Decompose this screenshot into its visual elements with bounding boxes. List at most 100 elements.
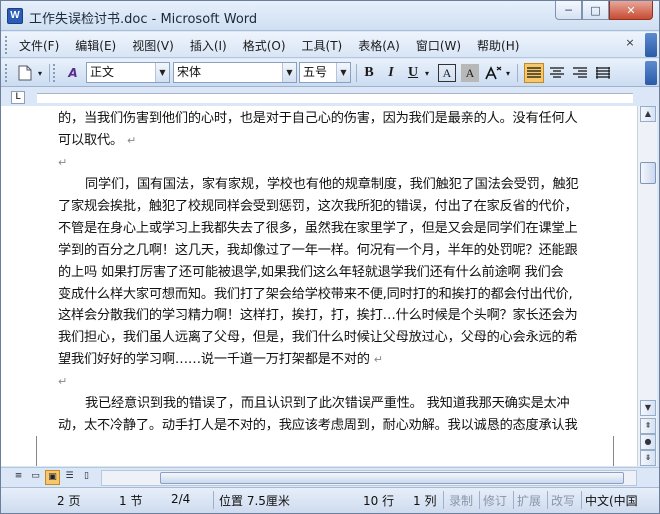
status-bar: 2 页 1 节 2/4 位置 7.5厘米 10 行 1 列 录制 修订 扩展 改… <box>1 487 659 513</box>
paragraph-3[interactable]: 我已经意识到我的错误了，而且认识到了此次错误严重性。 我知道我那天确实是太冲 动… <box>58 393 616 437</box>
paragraph-1[interactable]: 的，当我们伤害到他们的心时，也是对于自己心的伤害，因为我们是最亲的人。没有任何人… <box>58 108 616 152</box>
bold-button[interactable]: B <box>359 63 379 83</box>
new-document-icon[interactable] <box>15 63 35 83</box>
paragraph-2[interactable]: 同学们，国有国法，家有家规，学校也有他的规章制度，我们触犯了国法会受罚，触犯 了… <box>58 174 616 371</box>
document-page[interactable]: 的，当我们伤害到他们的心时，也是对于自己心的伤害，因为我们是最亲的人。没有任何人… <box>36 106 629 466</box>
vertical-scroll-thumb[interactable] <box>640 162 656 184</box>
italic-button[interactable]: I <box>381 63 401 83</box>
word-app-icon[interactable]: W <box>7 8 23 24</box>
close-button[interactable]: ✕ <box>609 1 653 20</box>
status-extend[interactable]: 扩展 <box>517 492 541 509</box>
text-line: 同学们，国有国法，家有家规，学校也有他的规章制度，我们触犯了国法会受罚，触犯 <box>85 177 579 192</box>
chevron-down-icon[interactable]: ▼ <box>336 63 350 82</box>
next-page-icon[interactable]: ⇟ <box>640 450 656 466</box>
status-column: 1 列 <box>413 494 437 508</box>
status-overtype[interactable]: 改写 <box>551 492 575 509</box>
toolbar-separator <box>517 64 518 82</box>
page-margin-mark <box>33 436 37 466</box>
menu-insert[interactable]: 插入(I) <box>190 37 227 54</box>
text-line: 望我们好好的学习啊……说一千道一万打架都是不对的 ↵ <box>58 349 616 371</box>
distributed-align-button[interactable] <box>593 63 613 83</box>
align-right-button[interactable] <box>570 63 590 83</box>
status-divider <box>479 491 480 509</box>
styles-formatting-icon[interactable]: A <box>63 63 83 83</box>
menu-bar: 文件(F) 编辑(E) 视图(V) 插入(I) 格式(O) 工具(T) 表格(A… <box>1 32 659 58</box>
select-browse-object-icon[interactable]: ● <box>640 434 656 450</box>
text-line: 我们担心，我们虽人远离了父母，但是，我们什么时候让父母放过心，父母的心会永远的希 <box>58 330 578 346</box>
window-title: 工作失误检讨书.doc - Microsoft Word <box>29 12 258 27</box>
menu-table[interactable]: 表格(A) <box>358 37 400 54</box>
align-center-button[interactable] <box>547 63 567 83</box>
align-justify-button[interactable] <box>524 63 544 83</box>
menu-window[interactable]: 窗口(W) <box>416 37 461 54</box>
status-page: 2 页 <box>57 494 81 508</box>
paragraph-empty[interactable]: ↵ <box>58 371 616 393</box>
close-document-icon[interactable]: × <box>623 36 637 50</box>
normal-view-icon[interactable]: ≡ <box>11 470 26 485</box>
character-border-button[interactable]: A <box>438 64 456 82</box>
paragraph-mark-icon: ↵ <box>58 375 68 388</box>
new-dropdown-icon[interactable]: ▾ <box>35 63 45 83</box>
toolbar-grip-icon[interactable] <box>5 64 9 82</box>
text-line: 学到的百分之几啊！这几天，我却像过了一年一样。何况有一个月，半年的处罚呢？还能跟 <box>58 242 578 258</box>
underline-dropdown-icon[interactable]: ▾ <box>422 63 432 83</box>
status-position: 位置 7.5厘米 <box>219 494 290 508</box>
toolbar-overflow-icon[interactable] <box>645 61 657 85</box>
status-divider <box>443 491 444 509</box>
formatting-toolbar: ▾ A 正文 ▼ 宋体 ▼ 五号 ▼ B I U ▾ A A ▾ <box>1 59 659 87</box>
menubar-grip-icon[interactable] <box>5 36 9 54</box>
underline-button[interactable]: U <box>403 63 423 83</box>
menu-help[interactable]: 帮助(H) <box>477 37 519 54</box>
view-bar: ≡ ▭ ▣ ☰ ▯ <box>1 467 659 487</box>
page-margin-mark <box>613 436 617 466</box>
print-layout-view-icon[interactable]: ▣ <box>45 470 60 485</box>
reading-layout-view-icon[interactable]: ▯ <box>79 470 94 485</box>
font-select[interactable]: 宋体 ▼ <box>173 62 297 83</box>
menu-format[interactable]: 格式(O) <box>243 37 286 54</box>
paragraph-mark-icon: ↵ <box>126 133 136 147</box>
previous-page-icon[interactable]: ⇞ <box>640 418 656 434</box>
horizontal-ruler[interactable] <box>37 93 633 103</box>
font-size-select[interactable]: 五号 ▼ <box>299 62 351 83</box>
document-area[interactable]: 的，当我们伤害到他们的心时，也是对于自己心的伤害，因为我们是最亲的人。没有任何人… <box>1 106 637 466</box>
toolbar-grip-icon[interactable] <box>53 64 57 82</box>
maximize-button[interactable]: □ <box>582 1 609 20</box>
font-size-value: 五号 <box>303 65 328 79</box>
minimize-button[interactable]: ─ <box>555 1 582 20</box>
text-line: 我已经意识到我的错误了，而且认识到了此次错误严重性。 我知道我那天确实是太冲 <box>85 396 570 411</box>
menu-file[interactable]: 文件(F) <box>19 37 59 54</box>
status-record[interactable]: 录制 <box>449 492 473 509</box>
chevron-down-icon[interactable]: ▼ <box>155 63 169 82</box>
menubar-overflow-icon[interactable] <box>645 33 657 57</box>
chevron-down-icon[interactable]: ▼ <box>282 63 296 82</box>
title-bar: W 工作失误检讨书.doc - Microsoft Word ─ □ ✕ <box>1 1 659 31</box>
status-language: 中文(中国 <box>585 494 638 508</box>
text-line: 的上吗 如果打厉害了还可能被退学,如果我们这么年轻就退学我们还有什么前途啊 我们… <box>58 264 564 280</box>
status-track-changes[interactable]: 修订 <box>483 492 507 509</box>
paragraph-empty[interactable]: ↵ <box>58 152 616 174</box>
menu-view[interactable]: 视图(V) <box>132 37 174 54</box>
menu-tools[interactable]: 工具(T) <box>302 37 343 54</box>
web-layout-view-icon[interactable]: ▭ <box>28 470 43 485</box>
text-line: ↵ <box>58 152 616 174</box>
scroll-up-icon[interactable]: ▲ <box>640 106 656 122</box>
scroll-down-icon[interactable]: ▼ <box>640 400 656 416</box>
text-line: ↵ <box>58 371 616 393</box>
text-line: 了家规会挨批，触犯了校规同样会受到惩罚，这次我所犯的错误，付出了在家反省的代价， <box>58 198 578 214</box>
scaling-dropdown-icon[interactable]: ▾ <box>503 63 513 83</box>
horizontal-scrollbar[interactable] <box>101 470 637 486</box>
status-divider <box>513 491 514 509</box>
text-line: 动，太不冷静了。动手打人是不对的，我应该考虑周到，耐心劝解。我以诚恳的态度承认我 <box>58 417 578 433</box>
font-value: 宋体 <box>177 65 202 79</box>
text-line: 这样会分散我们的学习精力啊！这样打，挨打，打，挨打…什么时候是个头啊？家长还会为 <box>58 308 578 324</box>
style-select[interactable]: 正文 ▼ <box>86 62 170 83</box>
character-shading-button[interactable]: A <box>461 64 479 82</box>
outline-view-icon[interactable]: ☰ <box>62 470 77 485</box>
vertical-scrollbar[interactable]: ▲ ▼ ⇞ ● ⇟ <box>637 106 657 466</box>
status-divider <box>547 491 548 509</box>
tab-selector-icon[interactable]: L <box>11 91 25 104</box>
menu-edit[interactable]: 编辑(E) <box>75 37 116 54</box>
horizontal-scroll-thumb[interactable] <box>160 472 624 484</box>
character-scaling-icon[interactable] <box>483 63 503 83</box>
status-divider <box>213 491 214 509</box>
